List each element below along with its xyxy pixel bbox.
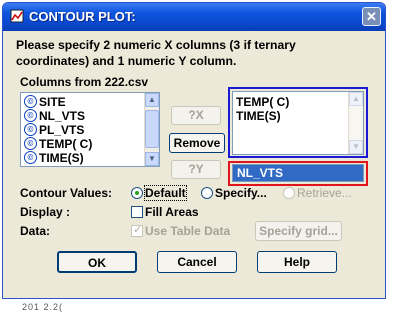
- radio-default[interactable]: [131, 187, 143, 199]
- help-button[interactable]: Help: [257, 251, 337, 273]
- scroll-up-icon[interactable]: ▲: [349, 92, 363, 106]
- use-table-data-label[interactable]: Use Table Data: [145, 224, 230, 238]
- fill-areas-checkbox[interactable]: [131, 206, 143, 218]
- radio-retrieve[interactable]: [283, 187, 295, 199]
- scroll-down-icon[interactable]: ▼: [349, 140, 363, 154]
- contour-plot-dialog: CONTOUR PLOT: ✕ Please specify 2 numeric…: [2, 2, 386, 299]
- radio-retrieve-label[interactable]: Retrieve...: [297, 186, 352, 200]
- cancel-button[interactable]: Cancel: [157, 251, 237, 273]
- column-item[interactable]: © SITE: [24, 95, 66, 109]
- column-item[interactable]: © TEMP( C): [24, 137, 92, 151]
- radio-specify[interactable]: [201, 187, 213, 199]
- y-column-field[interactable]: NL_VTS: [232, 164, 364, 182]
- app-icon: [10, 9, 24, 23]
- add-y-button[interactable]: ?Y: [171, 160, 221, 179]
- radio-specify-label[interactable]: Specify...: [215, 186, 267, 200]
- contour-values-label: Contour Values:: [20, 186, 113, 200]
- column-item[interactable]: © TIME(S): [24, 151, 84, 165]
- columns-label: Columns from 222.csv: [20, 75, 149, 89]
- scroll-up-icon[interactable]: ▲: [145, 93, 159, 107]
- instructions: Please specify 2 numeric X columns (3 if…: [16, 37, 296, 69]
- fill-areas-label[interactable]: Fill Areas: [145, 205, 199, 219]
- x-column-item[interactable]: TIME(S): [236, 109, 281, 123]
- x-columns-listbox[interactable]: TEMP( C) TIME(S) ▲ ▼: [232, 91, 364, 155]
- ok-button[interactable]: OK: [57, 251, 137, 273]
- data-label: Data:: [20, 224, 51, 238]
- numeric-column-icon: ©: [24, 137, 37, 151]
- columns-scrollbar[interactable]: ▲ ▼: [144, 93, 159, 166]
- window-title: CONTOUR PLOT:: [29, 9, 136, 24]
- use-table-data-checkbox[interactable]: [131, 223, 143, 237]
- numeric-column-icon: ©: [24, 95, 37, 109]
- numeric-column-icon: ©: [24, 109, 37, 123]
- radio-default-label[interactable]: Default: [144, 185, 187, 201]
- scroll-thumb[interactable]: [145, 110, 159, 148]
- columns-listbox[interactable]: © SITE © NL_VTS © PL_VTS © TEMP( C) © TIME(S)…: [20, 92, 160, 167]
- specify-grid-button[interactable]: Specify grid...: [255, 221, 342, 241]
- instructions-line-1: Please specify 2 numeric X columns (3 if…: [16, 38, 296, 52]
- numeric-column-icon: ©: [24, 123, 37, 137]
- close-button[interactable]: ✕: [362, 7, 381, 26]
- remove-button[interactable]: Remove: [169, 133, 225, 153]
- add-x-button[interactable]: ?X: [171, 106, 221, 125]
- title-bar[interactable]: CONTOUR PLOT: ✕: [3, 3, 385, 31]
- x-columns-scrollbar[interactable]: ▲ ▼: [348, 92, 363, 154]
- column-item[interactable]: © NL_VTS: [24, 109, 85, 123]
- x-column-item[interactable]: TEMP( C): [236, 95, 289, 109]
- column-item[interactable]: © PL_VTS: [24, 123, 84, 137]
- display-label: Display :: [20, 205, 71, 219]
- scroll-down-icon[interactable]: ▼: [145, 152, 159, 166]
- background-spreadsheet-text: 201 2.2(: [22, 302, 64, 312]
- numeric-column-icon: ©: [24, 151, 37, 165]
- instructions-line-2: coordinates) and 1 numeric Y column.: [16, 54, 237, 68]
